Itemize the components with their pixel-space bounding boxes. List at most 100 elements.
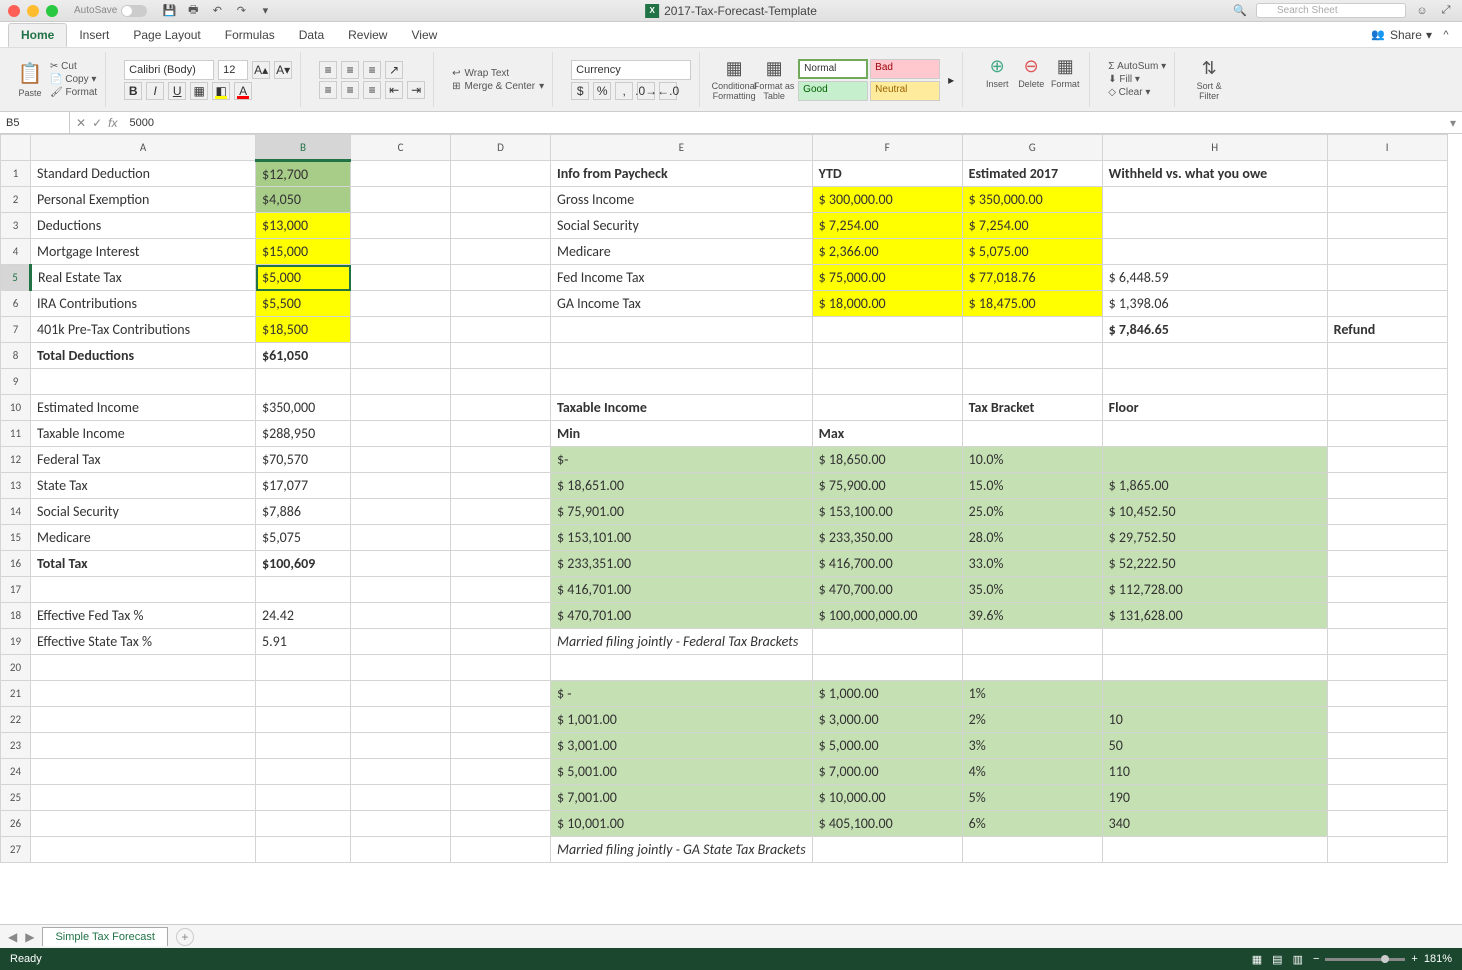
cell-G7[interactable] (962, 317, 1102, 343)
cell-I13[interactable] (1327, 473, 1447, 499)
col-header-E[interactable]: E (551, 135, 813, 161)
align-top-icon[interactable]: ≡ (319, 61, 337, 79)
cell-E11[interactable]: Min (551, 421, 813, 447)
cell-B18[interactable]: 24.42 (256, 603, 351, 629)
cell-G17[interactable]: 35.0% (962, 577, 1102, 603)
cell-G15[interactable]: 28.0% (962, 525, 1102, 551)
cell-D23[interactable] (451, 733, 551, 759)
cell-B20[interactable] (256, 655, 351, 681)
cell-C13[interactable] (351, 473, 451, 499)
cell-C1[interactable] (351, 161, 451, 187)
cell-H27[interactable] (1102, 837, 1327, 863)
cell-E19[interactable]: Married filing jointly - Federal Tax Bra… (551, 629, 813, 655)
cell-F27[interactable] (812, 837, 962, 863)
cell-D2[interactable] (451, 187, 551, 213)
style-normal[interactable]: Normal (798, 59, 868, 79)
tab-data[interactable]: Data (287, 24, 336, 46)
delete-cells-button[interactable]: ⊖Delete (1015, 52, 1047, 92)
cell-F6[interactable]: $ 18,000.00 (812, 291, 962, 317)
tab-page-layout[interactable]: Page Layout (121, 24, 212, 46)
row-header[interactable]: 25 (1, 785, 31, 811)
zoom-out-icon[interactable]: − (1313, 953, 1319, 965)
chevron-down-icon[interactable]: ▾ (257, 3, 273, 19)
cell-B21[interactable] (256, 681, 351, 707)
row-header[interactable]: 22 (1, 707, 31, 733)
cell-D14[interactable] (451, 499, 551, 525)
cell-E23[interactable]: $ 3,001.00 (551, 733, 813, 759)
row-header[interactable]: 21 (1, 681, 31, 707)
col-header-C[interactable]: C (351, 135, 451, 161)
save-icon[interactable]: 💾 (161, 3, 177, 19)
smiley-icon[interactable]: ☺ (1414, 3, 1430, 19)
undo-icon[interactable]: ↶ (209, 3, 225, 19)
cell-B16[interactable]: $100,609 (256, 551, 351, 577)
cell-A9[interactable] (31, 369, 256, 395)
cell-F22[interactable]: $ 3,000.00 (812, 707, 962, 733)
row-header[interactable]: 26 (1, 811, 31, 837)
cell-I18[interactable] (1327, 603, 1447, 629)
insert-cells-button[interactable]: ⊕Insert (981, 52, 1013, 92)
clear-button[interactable]: ◇ Clear ▾ (1108, 87, 1166, 98)
row-header[interactable]: 11 (1, 421, 31, 447)
cell-I15[interactable] (1327, 525, 1447, 551)
row-header[interactable]: 4 (1, 239, 31, 265)
cell-H2[interactable] (1102, 187, 1327, 213)
cell-C18[interactable] (351, 603, 451, 629)
cell-B5[interactable]: $5,000 (256, 265, 351, 291)
indent-icon[interactable]: ⇥ (407, 81, 425, 99)
cell-F2[interactable]: $ 300,000.00 (812, 187, 962, 213)
cell-A17[interactable] (31, 577, 256, 603)
row-header[interactable]: 15 (1, 525, 31, 551)
toggle-icon[interactable] (121, 5, 147, 17)
cell-C21[interactable] (351, 681, 451, 707)
collapse-ribbon-icon[interactable]: ^ (1438, 27, 1454, 43)
cell-H14[interactable]: $ 10,452.50 (1102, 499, 1327, 525)
row-header[interactable]: 17 (1, 577, 31, 603)
view-normal-icon[interactable]: ▦ (1252, 953, 1262, 966)
cell-B24[interactable] (256, 759, 351, 785)
cell-E27[interactable]: Married filing jointly - GA State Tax Br… (551, 837, 813, 863)
cell-B3[interactable]: $13,000 (256, 213, 351, 239)
cell-C17[interactable] (351, 577, 451, 603)
style-good[interactable]: Good (798, 81, 868, 101)
cell-E5[interactable]: Fed Income Tax (551, 265, 813, 291)
cell-A25[interactable] (31, 785, 256, 811)
autosave-toggle[interactable]: AutoSave (74, 5, 147, 17)
cell-G26[interactable]: 6% (962, 811, 1102, 837)
cell-B6[interactable]: $5,500 (256, 291, 351, 317)
cell-D4[interactable] (451, 239, 551, 265)
cell-E18[interactable]: $ 470,701.00 (551, 603, 813, 629)
row-header[interactable]: 23 (1, 733, 31, 759)
cell-G21[interactable]: 1% (962, 681, 1102, 707)
spreadsheet-grid[interactable]: ABCDEFGHI1Standard Deduction$12,700Info … (0, 134, 1462, 924)
cell-I6[interactable] (1327, 291, 1447, 317)
cell-G3[interactable]: $ 7,254.00 (962, 213, 1102, 239)
cell-H16[interactable]: $ 52,222.50 (1102, 551, 1327, 577)
cell-I20[interactable] (1327, 655, 1447, 681)
cell-F25[interactable]: $ 10,000.00 (812, 785, 962, 811)
cell-I16[interactable] (1327, 551, 1447, 577)
cell-D11[interactable] (451, 421, 551, 447)
sheet-tab[interactable]: Simple Tax Forecast (42, 927, 167, 946)
cell-H25[interactable]: 190 (1102, 785, 1327, 811)
row-header[interactable]: 24 (1, 759, 31, 785)
increase-font-icon[interactable]: A▴ (252, 61, 270, 79)
cell-H9[interactable] (1102, 369, 1327, 395)
cell-G25[interactable]: 5% (962, 785, 1102, 811)
sheet-nav-prev-icon[interactable]: ◀ (8, 930, 17, 944)
cell-G6[interactable]: $ 18,475.00 (962, 291, 1102, 317)
cell-H1[interactable]: Withheld vs. what you owe (1102, 161, 1327, 187)
print-icon[interactable]: 🖶 (185, 3, 201, 19)
cell-E2[interactable]: Gross Income (551, 187, 813, 213)
cell-D16[interactable] (451, 551, 551, 577)
cell-C14[interactable] (351, 499, 451, 525)
cell-B4[interactable]: $15,000 (256, 239, 351, 265)
cell-G10[interactable]: Tax Bracket (962, 395, 1102, 421)
tab-home[interactable]: Home (8, 23, 67, 47)
cell-I9[interactable] (1327, 369, 1447, 395)
col-header-D[interactable]: D (451, 135, 551, 161)
cell-F3[interactable]: $ 7,254.00 (812, 213, 962, 239)
cell-I24[interactable] (1327, 759, 1447, 785)
row-header[interactable]: 8 (1, 343, 31, 369)
cell-C22[interactable] (351, 707, 451, 733)
